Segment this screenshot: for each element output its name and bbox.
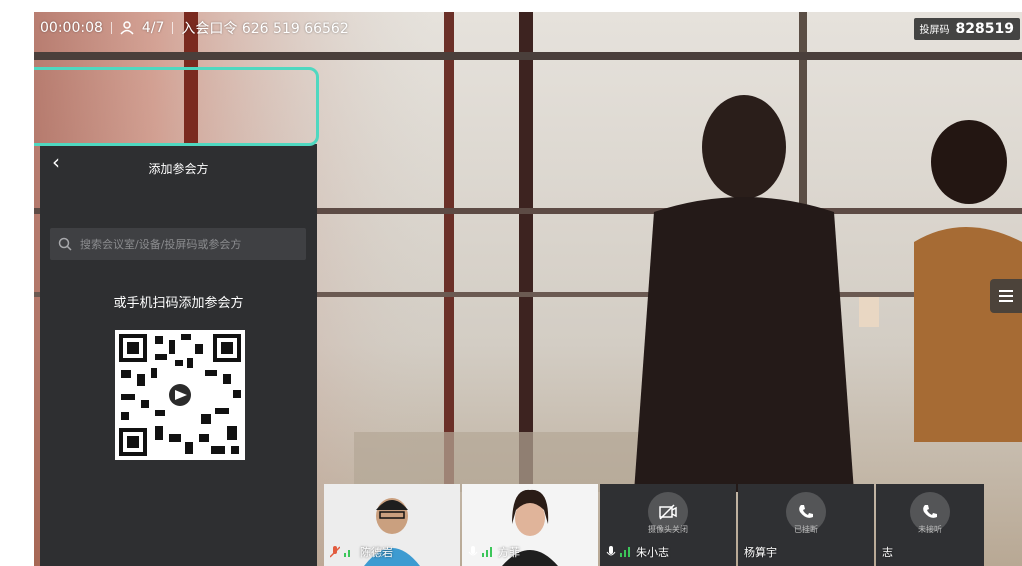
participant-count: 4/7 (141, 20, 165, 36)
participant-tile[interactable]: 摄像头关闭 朱小志 (600, 484, 736, 566)
add-participant-panel: ‹ 添加参会方 或手机扫码添加参会方 (40, 144, 317, 566)
participant-name: 陈德岩 (360, 546, 393, 559)
participant-status: 摄像头关闭 (648, 525, 688, 534)
panel-title: 添加参会方 (148, 162, 209, 176)
divider (172, 22, 174, 34)
divider (110, 22, 112, 34)
menu-button[interactable] (990, 279, 1022, 313)
participant-name: 志 (882, 546, 893, 559)
qr-code (115, 330, 245, 460)
participant-label: 方菲 (468, 544, 520, 560)
participant-status: 已挂断 (794, 525, 818, 534)
camera-off-icon (659, 504, 677, 520)
search-box[interactable] (50, 228, 306, 260)
video-stage: 00:00:08 4/7 入会口令 626 519 66562 投屏码 8285… (34, 12, 1022, 566)
search-highlight (34, 67, 319, 146)
screen-code-label: 投屏码 (919, 25, 950, 36)
screen-code-badge: 投屏码 828519 (913, 18, 1020, 40)
participant-tile[interactable]: 未接听 志 (876, 484, 984, 566)
participant-label: 志 (882, 544, 893, 560)
participant-thumbnails: 陈德岩 方菲 摄像头关闭 朱小志 已挂断 杨算宇 未接听 志 (324, 484, 984, 566)
participant-name: 杨算宇 (744, 546, 777, 559)
mic-icon (468, 546, 478, 556)
participant-tile[interactable]: 方菲 (462, 484, 598, 566)
search-icon (58, 237, 72, 251)
meeting-code: 入会口令 626 519 66562 (181, 21, 349, 37)
phone-icon (923, 505, 937, 518)
signal-icon (482, 547, 492, 557)
signal-icon (344, 550, 350, 557)
participant-label: 陈德岩 (330, 544, 393, 560)
phone-icon (799, 505, 813, 518)
meeting-info-bar: 00:00:08 4/7 入会口令 626 519 66562 (40, 18, 349, 38)
participant-name: 方菲 (498, 546, 520, 559)
participant-name: 朱小志 (636, 546, 669, 559)
signal-icon (620, 547, 630, 557)
participant-tile[interactable]: 陈德岩 (324, 484, 460, 566)
meeting-timer: 00:00:08 (40, 20, 103, 36)
mic-icon (330, 546, 340, 558)
mic-icon (606, 546, 616, 556)
screen-code-value: 828519 (955, 21, 1014, 37)
participant-label: 杨算宇 (744, 544, 777, 560)
participant-label: 朱小志 (606, 544, 669, 560)
menu-icon (999, 290, 1013, 302)
user-icon (120, 21, 134, 35)
scan-prompt: 或手机扫码添加参会方 (113, 296, 244, 311)
search-input[interactable] (78, 236, 302, 252)
participant-tile[interactable]: 已挂断 杨算宇 (738, 484, 874, 566)
participant-status: 未接听 (918, 525, 942, 534)
